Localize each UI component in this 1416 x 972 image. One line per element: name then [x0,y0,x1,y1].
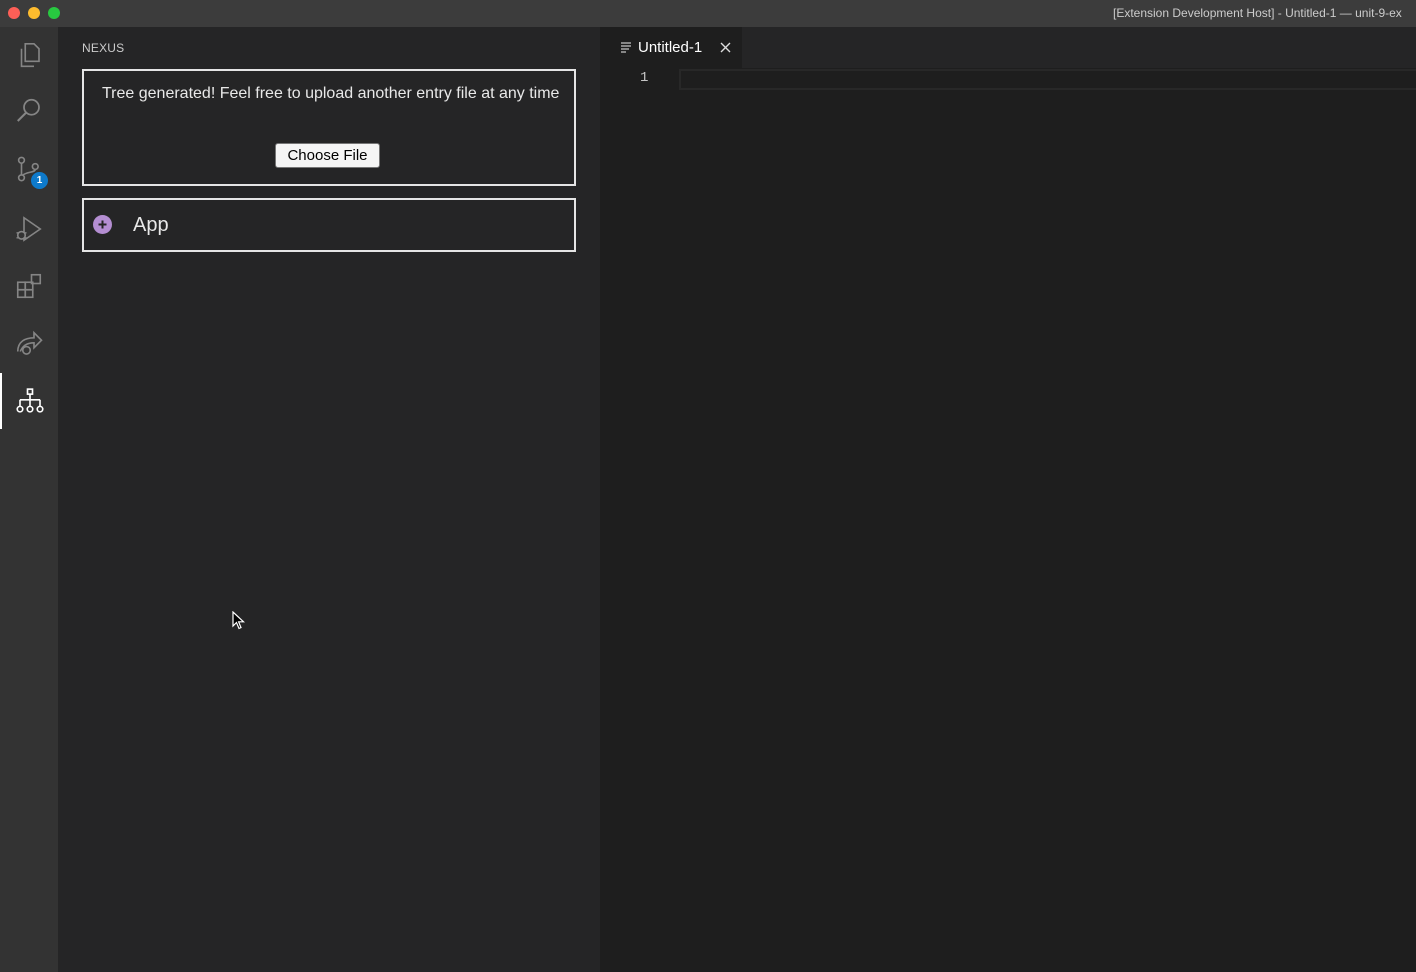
tree-node-label: App [133,214,169,236]
close-icon[interactable] [719,41,732,54]
window-close-button[interactable] [8,7,20,19]
activity-explorer[interactable] [0,27,58,83]
window-title: [Extension Development Host] - Untitled-… [1113,6,1402,20]
remote-share-icon [16,330,43,355]
tab-untitled-1[interactable]: Untitled-1 [600,27,742,68]
tab-bar: Untitled-1 [600,27,1416,68]
sidebar-nexus: NEXUS Tree generated! Feel free to uploa… [58,27,600,972]
title-bar: [Extension Development Host] - Untitled-… [0,0,1416,27]
activity-nexus[interactable] [0,373,58,429]
activity-run-debug[interactable] [0,201,58,257]
source-control-badge: 1 [30,171,49,190]
lines-file-icon [621,42,631,53]
tab-label: Untitled-1 [638,39,703,56]
editor-text-area[interactable] [679,69,1416,90]
activity-bar: 1 [0,27,58,972]
upload-message: Tree generated! Feel free to upload anot… [102,85,560,102]
mouse-pointer-icon [232,611,246,630]
line-number: 1 [640,70,649,86]
run-debug-icon [16,216,42,242]
vscode-window: [Extension Development Host] - Untitled-… [0,0,1416,972]
activity-search[interactable] [0,83,58,139]
sidebar-title: NEXUS [82,41,125,55]
upload-panel: Tree generated! Feel free to upload anot… [82,69,576,186]
editor-area: Untitled-1 1 [600,27,1416,972]
activity-source-control[interactable]: 1 [0,141,58,197]
extensions-icon [16,273,42,299]
window-maximize-button[interactable] [48,7,60,19]
window-minimize-button[interactable] [28,7,40,19]
files-icon [20,42,40,68]
activity-remote[interactable] [0,316,58,372]
choose-file-button[interactable]: Choose File [275,143,380,168]
search-icon [17,98,40,122]
tree-node-app[interactable]: App [82,198,576,252]
activity-extensions[interactable] [0,258,58,314]
tree-hierarchy-icon [16,388,44,413]
plus-circle-icon[interactable] [93,215,112,234]
